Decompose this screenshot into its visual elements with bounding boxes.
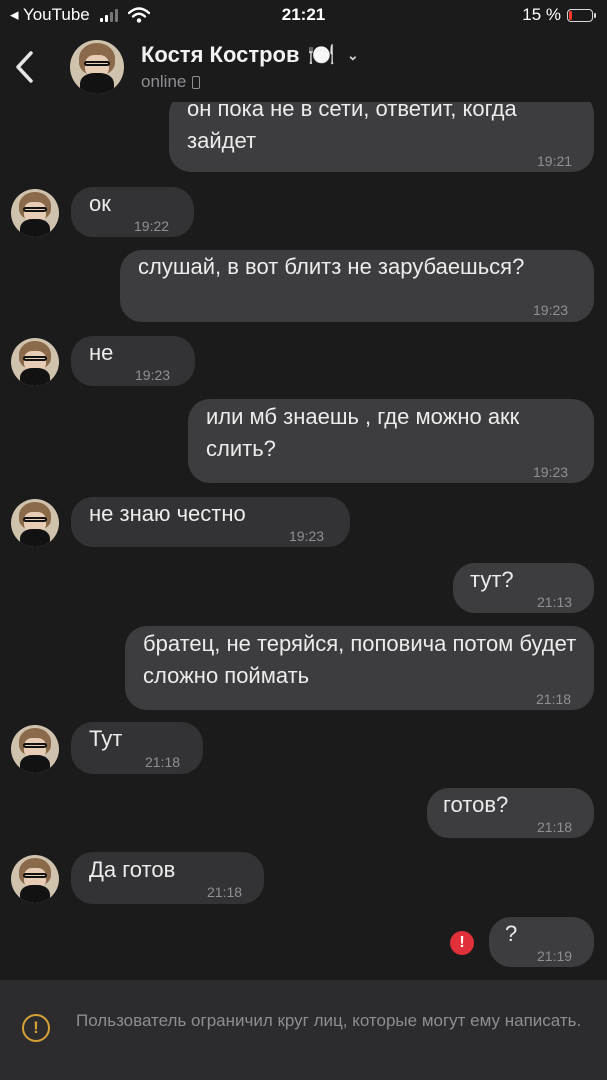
message-time: 19:23 [289, 528, 325, 544]
message-text: или мб знаешь , где можно акк слить? [206, 404, 520, 461]
message-time: 21:13 [537, 594, 573, 610]
contact-status-text: online [141, 72, 187, 91]
restriction-text: Пользователь ограничил круг лиц, которые… [76, 1011, 582, 1030]
message-text: слушай, в вот блитз не зарубаешься? [138, 254, 525, 279]
message-time: 21:18 [536, 691, 572, 707]
mobile-phone-icon [192, 75, 201, 89]
incoming-message[interactable]: не знаю честно 19:23 [71, 497, 350, 547]
message-time: 19:23 [135, 367, 171, 383]
back-button[interactable] [14, 50, 44, 84]
message-time: 21:18 [145, 754, 181, 770]
message-time: 19:23 [533, 302, 569, 318]
outgoing-message[interactable]: тут? 21:13 [453, 563, 594, 613]
outgoing-message[interactable]: слушай, в вот блитз не зарубаешься? 19:23 [120, 250, 594, 322]
message-time: 21:19 [537, 948, 573, 964]
outgoing-message[interactable]: братец, не теряйся, поповича потом будет… [125, 626, 594, 710]
message-time: 21:18 [537, 819, 573, 835]
exclamation-circle-icon: ! [22, 1014, 50, 1042]
chevron-left-icon [16, 51, 33, 83]
incoming-message[interactable]: не 19:23 [71, 336, 195, 386]
contact-avatar[interactable] [70, 40, 124, 94]
outgoing-message[interactable]: или мб знаешь , где можно акк слить? 19:2… [188, 399, 594, 483]
message-list[interactable]: он пока не в сети, ответит, когда зайдет… [0, 0, 607, 980]
message-time: 19:23 [533, 464, 569, 480]
contact-name: Костя Костров [141, 42, 300, 67]
outgoing-message[interactable]: ? 21:19 [489, 917, 594, 967]
contact-status: online [141, 72, 201, 92]
sender-avatar[interactable] [11, 338, 59, 386]
incoming-message[interactable]: Тут 21:18 [71, 722, 203, 774]
contact-name-button[interactable]: Костя Костров 🍽️ ⌄ [141, 42, 359, 68]
restriction-banner: ! Пользователь ограничил круг лиц, котор… [0, 980, 607, 1080]
chat-header: Костя Костров 🍽️ ⌄ online [0, 32, 607, 102]
sender-avatar[interactable] [11, 725, 59, 773]
message-failed-icon[interactable]: ! [450, 931, 474, 955]
message-text: он пока не в сети, ответит, когда зайдет [187, 96, 517, 153]
incoming-message[interactable]: ок 19:22 [71, 187, 194, 237]
chevron-down-icon: ⌄ [346, 46, 359, 63]
sender-avatar[interactable] [11, 189, 59, 237]
contact-name-emoji: 🍽️ [307, 42, 335, 67]
outgoing-message[interactable]: он пока не в сети, ответит, когда зайдет… [169, 92, 594, 172]
message-time: 19:22 [134, 218, 170, 234]
message-text: братец, не теряйся, поповича потом будет… [143, 631, 577, 688]
sender-avatar[interactable] [11, 855, 59, 903]
incoming-message[interactable]: Да готов 21:18 [71, 852, 264, 904]
sender-avatar[interactable] [11, 499, 59, 547]
outgoing-message[interactable]: готов? 21:18 [427, 788, 594, 838]
message-time: 19:21 [537, 153, 573, 169]
message-time: 21:18 [207, 884, 243, 900]
